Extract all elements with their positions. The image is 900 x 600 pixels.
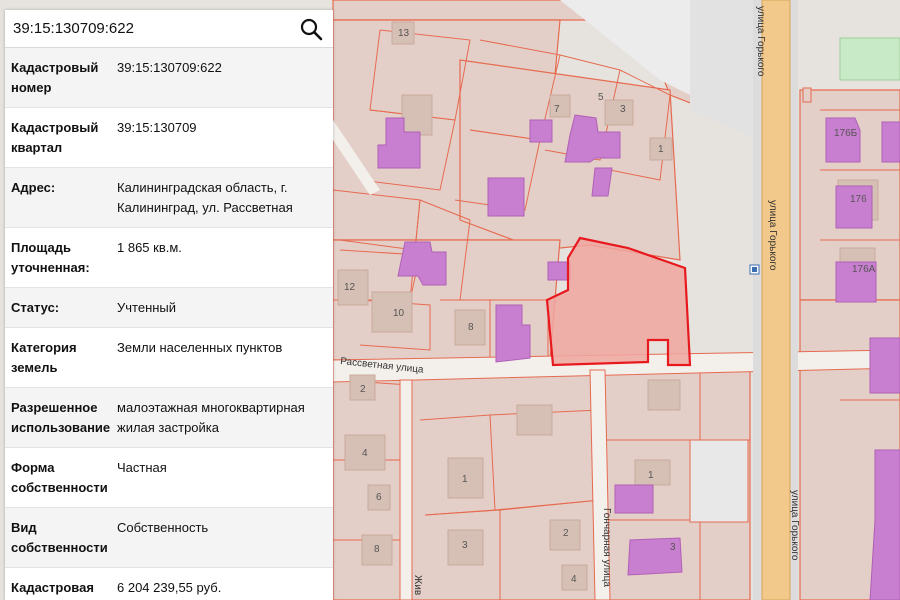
parcel-number: 2: [563, 528, 569, 539]
info-value: 39:15:130709:622: [117, 60, 222, 75]
bus-stop-icon[interactable]: [749, 264, 760, 275]
parcel-number: 1: [462, 474, 468, 485]
street-label: улица Горького: [755, 6, 766, 77]
info-value: 39:15:130709: [117, 120, 197, 135]
small-parcel: [802, 87, 812, 103]
magnifier-icon: [300, 18, 323, 40]
parcel-number: 3: [620, 104, 626, 115]
parcel-number: 176: [850, 194, 867, 205]
info-label: Кадастровая стоимость: [11, 580, 94, 595]
info-panel: Кадастровый номер 39:15:130709:622 Кадас…: [5, 10, 333, 600]
info-value: 6 204 239,55 руб.: [117, 580, 222, 595]
info-label: Форма собственности: [11, 460, 108, 495]
info-row-land-category: Категория земель Земли населенных пункто…: [5, 328, 333, 388]
info-label: Кадастровый номер: [11, 60, 99, 95]
info-row-permitted-use: Разрешенное использование малоэтажная мн…: [5, 388, 333, 448]
parcel-number: 4: [571, 574, 577, 585]
search-bar: [5, 10, 333, 48]
street-label: улица Горького: [767, 200, 778, 271]
info-row-ownership-type: Вид собственности Собственность: [5, 508, 333, 568]
info-label: Статус:: [11, 300, 60, 315]
parcel-number: 1: [658, 144, 664, 155]
parcel-number: 7: [554, 104, 560, 115]
info-label: Вид собственности: [11, 520, 108, 555]
info-table: Кадастровый номер 39:15:130709:622 Кадас…: [5, 48, 333, 600]
parcel-number: 8: [468, 322, 474, 333]
parcel-number: 176Б: [834, 128, 858, 139]
parcel-number: 5: [598, 92, 604, 103]
street-label: улица Горького: [789, 490, 800, 561]
info-label: Категория земель: [11, 340, 77, 375]
info-value: малоэтажная многоквартирная жилая застро…: [117, 400, 305, 435]
info-row-area: Площадь уточненная: 1 865 кв.м.: [5, 228, 333, 288]
info-value: Частная: [117, 460, 167, 475]
cadastral-search-input[interactable]: [13, 20, 297, 37]
info-row-cadastral-value: Кадастровая стоимость 6 204 239,55 руб.: [5, 568, 333, 600]
parcel-number: 13: [398, 28, 410, 39]
info-value: 1 865 кв.м.: [117, 240, 182, 255]
info-value: Земли населенных пунктов: [117, 340, 283, 355]
parcel-number: 8: [374, 544, 380, 555]
info-row-address: Адрес: Калининградская область, г. Калин…: [5, 168, 333, 228]
parcel-number: 3: [670, 542, 676, 553]
street-label: Жив: [412, 575, 423, 595]
info-value: Собственность: [117, 520, 209, 535]
parcel-number: 10: [393, 308, 405, 319]
parcel-number: 1: [648, 470, 654, 481]
parcel-number: 12: [344, 282, 356, 293]
parcel-number: 176А: [852, 264, 876, 275]
info-label: Адрес:: [11, 180, 56, 195]
street-label: Гончарная улица: [601, 508, 612, 587]
info-row-cadastral-quarter: Кадастровый квартал 39:15:130709: [5, 108, 333, 168]
info-row-status: Статус: Учтенный: [5, 288, 333, 328]
info-value: Учтенный: [117, 300, 177, 315]
green-area: [839, 37, 900, 81]
info-row-cadastral-number: Кадастровый номер 39:15:130709:622: [5, 48, 333, 108]
info-value: Калининградская область, г. Калининград,…: [117, 180, 293, 215]
parcel-number: 6: [376, 492, 382, 503]
parcel-number: 3: [462, 540, 468, 551]
info-label: Кадастровый квартал: [11, 120, 99, 155]
info-row-ownership-form: Форма собственности Частная: [5, 448, 333, 508]
parcel-number: 4: [362, 448, 368, 459]
info-label: Площадь уточненная:: [11, 240, 90, 275]
search-button[interactable]: [297, 15, 325, 43]
parcel-number: 2: [360, 384, 366, 395]
info-label: Разрешенное использование: [11, 400, 111, 435]
